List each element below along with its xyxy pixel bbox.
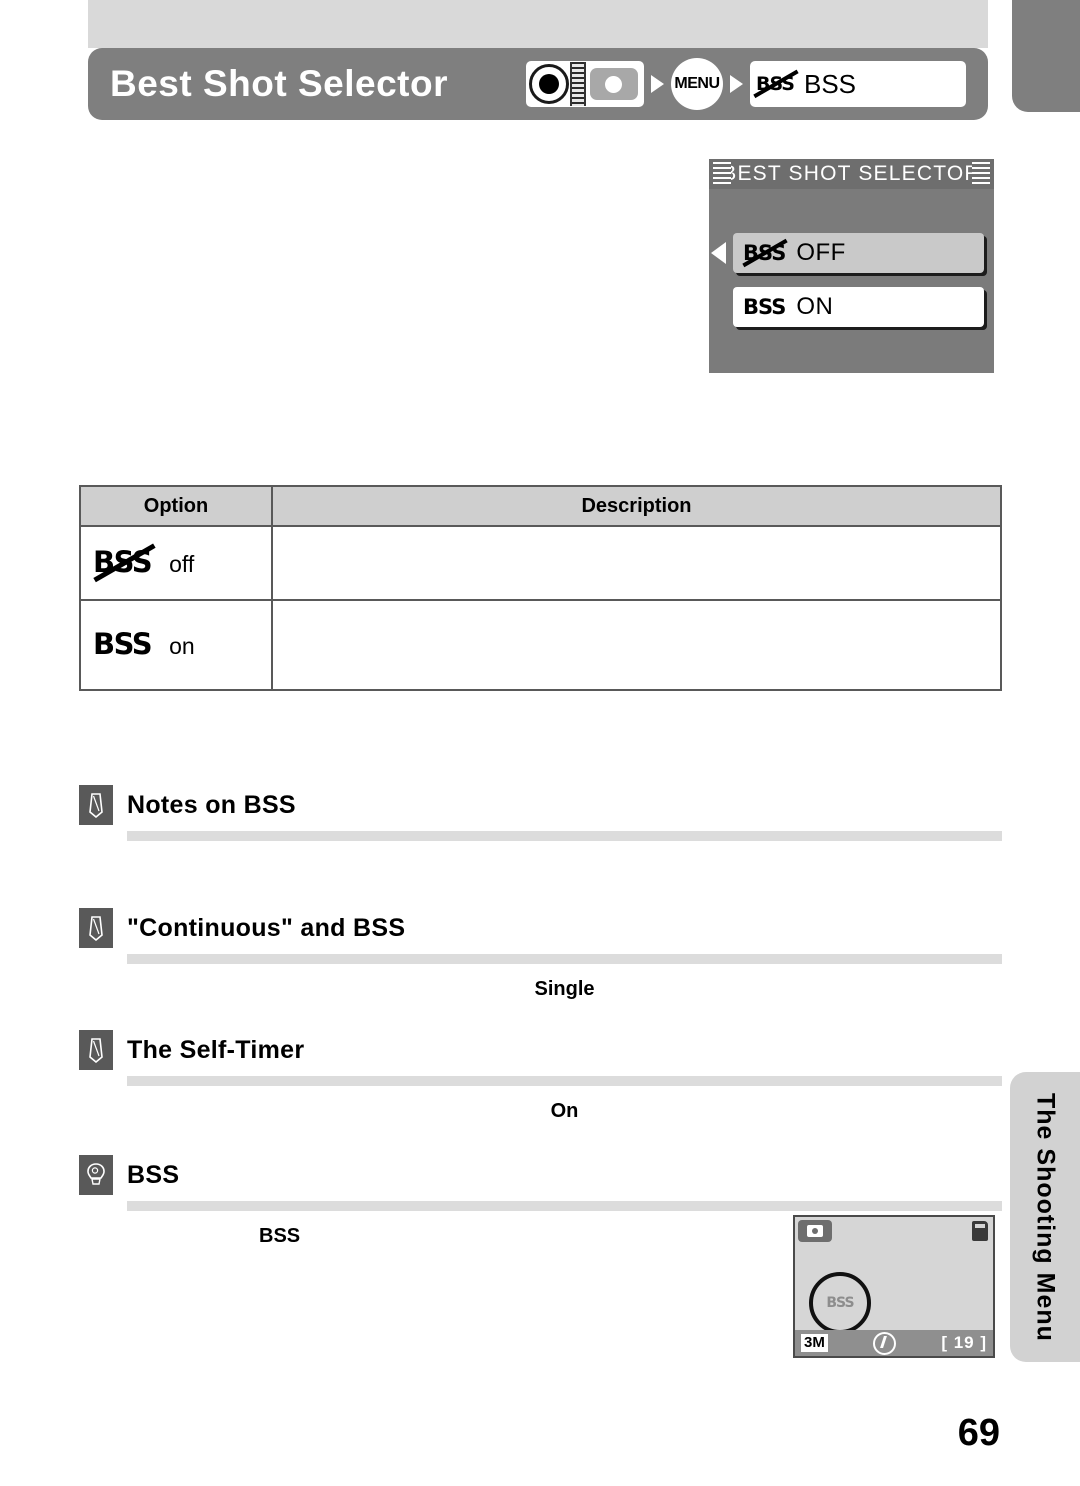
monitor-status-bar: 3M [ 19 ] [795,1330,993,1356]
page-number: 69 [957,1412,1000,1454]
breadcrumb-arrow-icon [650,75,664,93]
note-title: Notes on BSS [127,790,296,819]
note-section-continuous-and-bss: "Continuous" and BSS Single [79,908,1002,1001]
mode-dial-shooting-icon [525,61,644,107]
bss-off-icon: BSS [742,238,788,268]
note-rule-3 [127,1076,1002,1086]
page-title: Best Shot Selector [110,63,448,104]
bss-off-icon: BSS [753,69,799,99]
bss-off-icon: BSS [93,543,156,582]
description-cell-2 [271,599,1002,691]
memory-card-icon [972,1221,988,1241]
note-title-4: BSS [127,1160,180,1189]
column-header-description: Description [271,485,1002,527]
bss-indicator-highlight: BSS [809,1272,871,1334]
flash-off-icon [873,1331,897,1355]
lcd-menu-item-label: OFF [796,239,846,266]
option-label: off [169,551,195,577]
option-cell-bss-off: BSS off [79,525,273,601]
breadcrumb: MENU BSS BSS [525,58,966,110]
option-cell-bss-on: BSS on [79,599,273,691]
camera-mode-icon [798,1220,832,1242]
lcd-menu-illustration: BEST SHOT SELECTOR BSS OFF BSS ON [709,159,994,373]
bss-on-icon: BSS [93,627,153,661]
lcd-menu-list: BSS OFF BSS ON [709,189,994,327]
lcd-menu-item-label-2: ON [796,293,834,320]
note-rule-2 [127,954,1002,964]
lightbulb-tip-icon [79,1155,113,1195]
film-strip-icon [569,62,586,106]
note-rule-4 [127,1201,1002,1211]
table-row-2: BSS on [79,599,1002,691]
breadcrumb-item-label: BSS [803,68,857,99]
image-size-badge: 3M [801,1334,828,1352]
note-rule [127,831,1002,841]
note-section-self-timer: The Self-Timer On [79,1030,1002,1123]
note-body-3: On [550,1100,579,1122]
menu-button-icon: MENU [670,58,723,110]
camera-icon [589,68,638,100]
pencil-note-icon-2 [79,908,113,948]
page-header: Best Shot Selector MENU BSS BSS [88,48,988,120]
top-right-corner-tab [1012,0,1080,112]
option-label-2: on [169,633,195,659]
table-row: BSS off [79,525,1002,601]
selection-cursor-icon [711,242,726,264]
bss-on-icon: BSS [743,294,786,319]
side-tab-shooting-menu: The Shooting Menu [1010,1072,1080,1362]
bss-indicator-label: BSS [826,1295,854,1311]
options-table: Option Description BSS off BSS on [79,485,1002,691]
lcd-menu-item-bss-off[interactable]: BSS OFF [711,233,984,273]
breadcrumb-arrow-icon-2 [729,75,743,93]
note-title-3: The Self-Timer [127,1035,305,1064]
pencil-note-icon-3 [79,1030,113,1070]
side-tab-label: The Shooting Menu [1031,1092,1060,1342]
note-body-2: Single [534,978,595,1000]
note-section-notes-on-bss: Notes on BSS [79,785,1002,855]
camera-monitor-illustration: BSS 3M [ 19 ] [793,1215,995,1358]
frames-remaining-label: [ 19 ] [941,1333,987,1352]
dial-ring-icon [528,64,569,104]
note-title-2: "Continuous" and BSS [127,913,406,942]
table-header-row: Option Description [79,485,1002,527]
pencil-note-icon [79,785,113,825]
top-decorative-band [88,0,988,48]
lcd-menu-item-bss-on[interactable]: BSS ON [733,287,984,327]
lcd-menu-title: BEST SHOT SELECTOR [709,159,994,189]
column-header-option: Option [79,485,273,527]
breadcrumb-menu-item: BSS BSS [749,61,966,107]
description-cell [271,525,1002,601]
